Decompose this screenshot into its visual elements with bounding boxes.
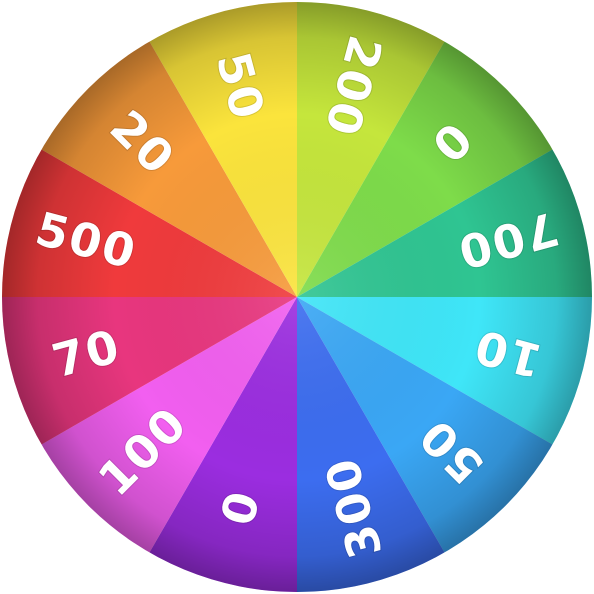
wheel-segments: [2, 2, 592, 592]
wheel-graphic[interactable]: 200070010503000100705002050: [0, 0, 594, 594]
prize-wheel[interactable]: 200 0 700 10 50 300 0 100 70 500 20 50: [0, 0, 594, 594]
